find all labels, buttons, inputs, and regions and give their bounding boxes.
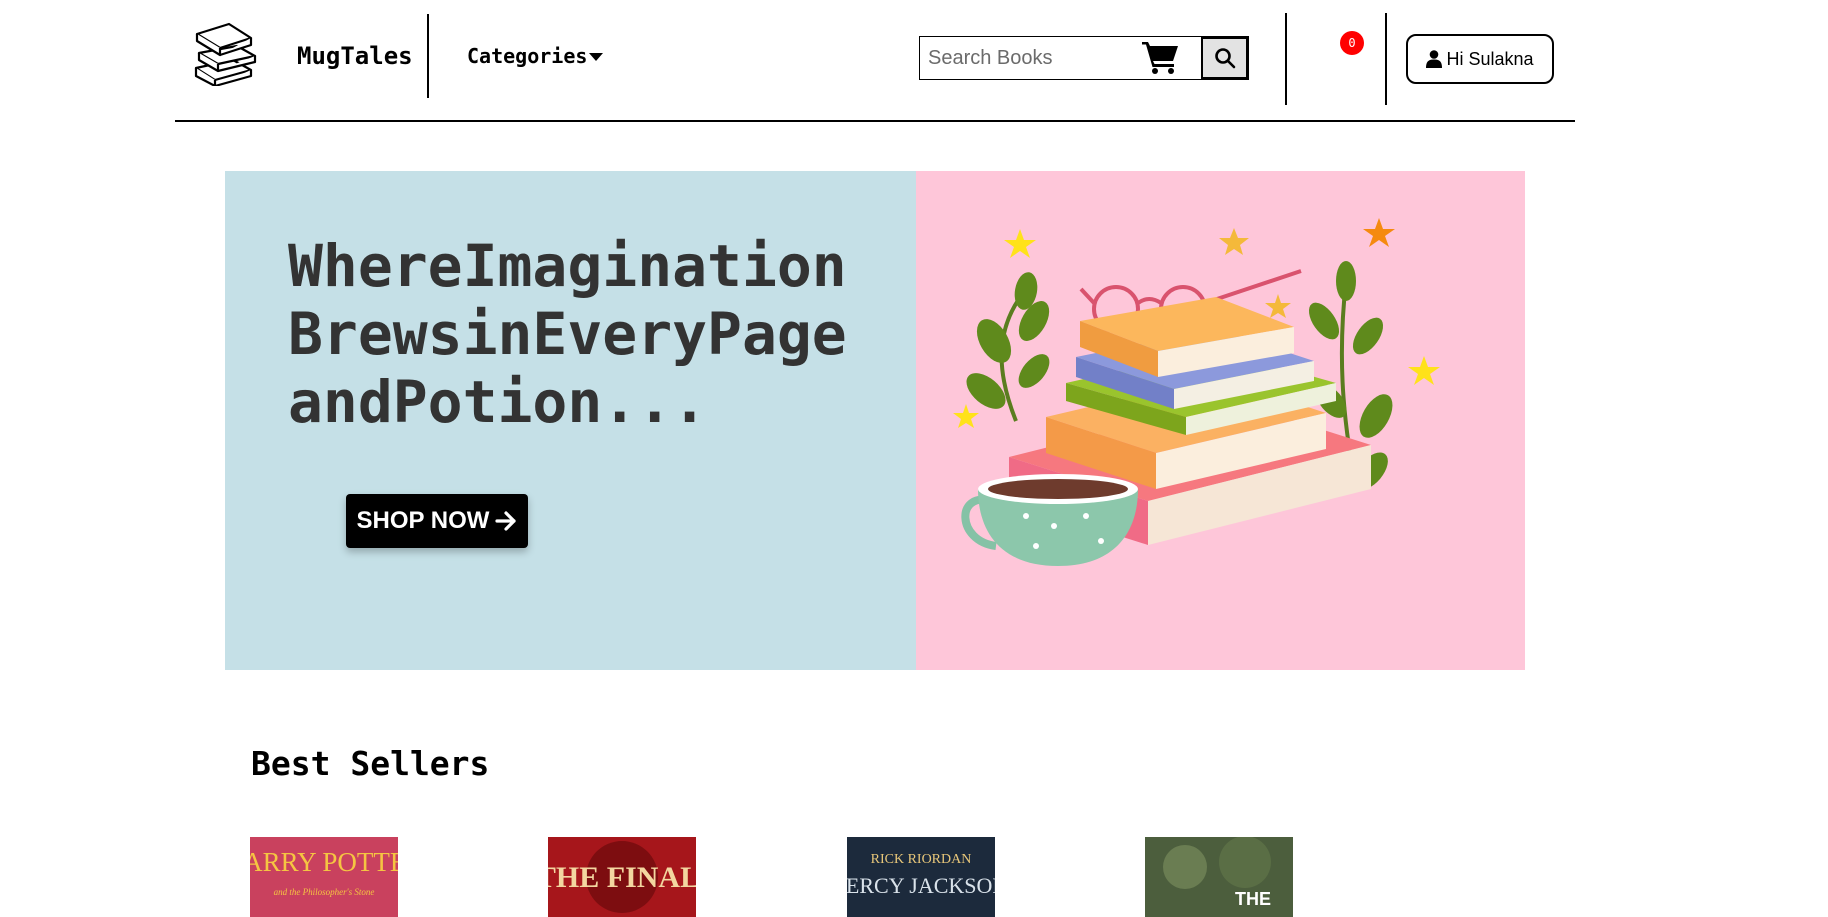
book-card[interactable]: RICK RIORDAN PERCY JACKSON: [847, 837, 995, 917]
cart-count-badge: 0: [1340, 31, 1364, 55]
hero-title-line: andPotion...: [288, 368, 708, 436]
header-divider: [427, 14, 429, 98]
caret-down-icon: [589, 53, 604, 61]
book-cover-subtitle: and the Philosopher's Stone: [274, 887, 375, 897]
books-logo-icon[interactable]: [193, 20, 265, 88]
arrow-right-icon: [495, 511, 517, 531]
cart-icon: [1142, 42, 1178, 74]
cart-button[interactable]: [1142, 40, 1182, 76]
site-header: MugTales Categories 0 Hi Sulakna: [175, 0, 1575, 122]
mug-icon: [961, 474, 1138, 566]
search-bar: [919, 36, 1249, 80]
book-card[interactable]: THE: [1145, 837, 1293, 917]
categories-dropdown[interactable]: Categories: [467, 44, 604, 68]
header-divider: [1385, 13, 1387, 105]
book-cover-title: PERCY JACKSON: [847, 873, 995, 898]
book-cover-title: THE FINAL: [548, 861, 696, 894]
categories-label: Categories: [467, 44, 588, 68]
shop-now-label: SHOP NOW: [356, 507, 490, 534]
search-button[interactable]: [1201, 37, 1248, 79]
book-cover-title: HARRY POTTER: [250, 847, 398, 877]
book-cover-author: RICK RIORDAN: [871, 852, 972, 867]
vine-left-icon: [966, 272, 1050, 422]
best-sellers-title: Best Sellers: [251, 744, 490, 783]
hero-title-line: BrewsinEveryPage: [288, 300, 847, 368]
hero-title-line: WhereImagination: [288, 232, 847, 300]
hero-title: WhereImagination BrewsinEveryPage andPot…: [288, 232, 908, 436]
user-greeting: Hi Sulakna: [1446, 48, 1534, 69]
brand-name[interactable]: MugTales: [297, 42, 413, 70]
book-card[interactable]: THE FINAL: [548, 837, 696, 917]
user-icon: [1426, 50, 1443, 68]
book-card[interactable]: HARRY POTTER and the Philosopher's Stone: [250, 837, 398, 917]
hero-illustration: [916, 171, 1525, 670]
search-icon: [1214, 48, 1235, 69]
book-cover-title: THE: [1235, 889, 1271, 909]
shop-now-button[interactable]: SHOP NOW: [346, 494, 528, 548]
header-divider: [1285, 13, 1287, 105]
user-account-button[interactable]: Hi Sulakna: [1406, 34, 1554, 84]
